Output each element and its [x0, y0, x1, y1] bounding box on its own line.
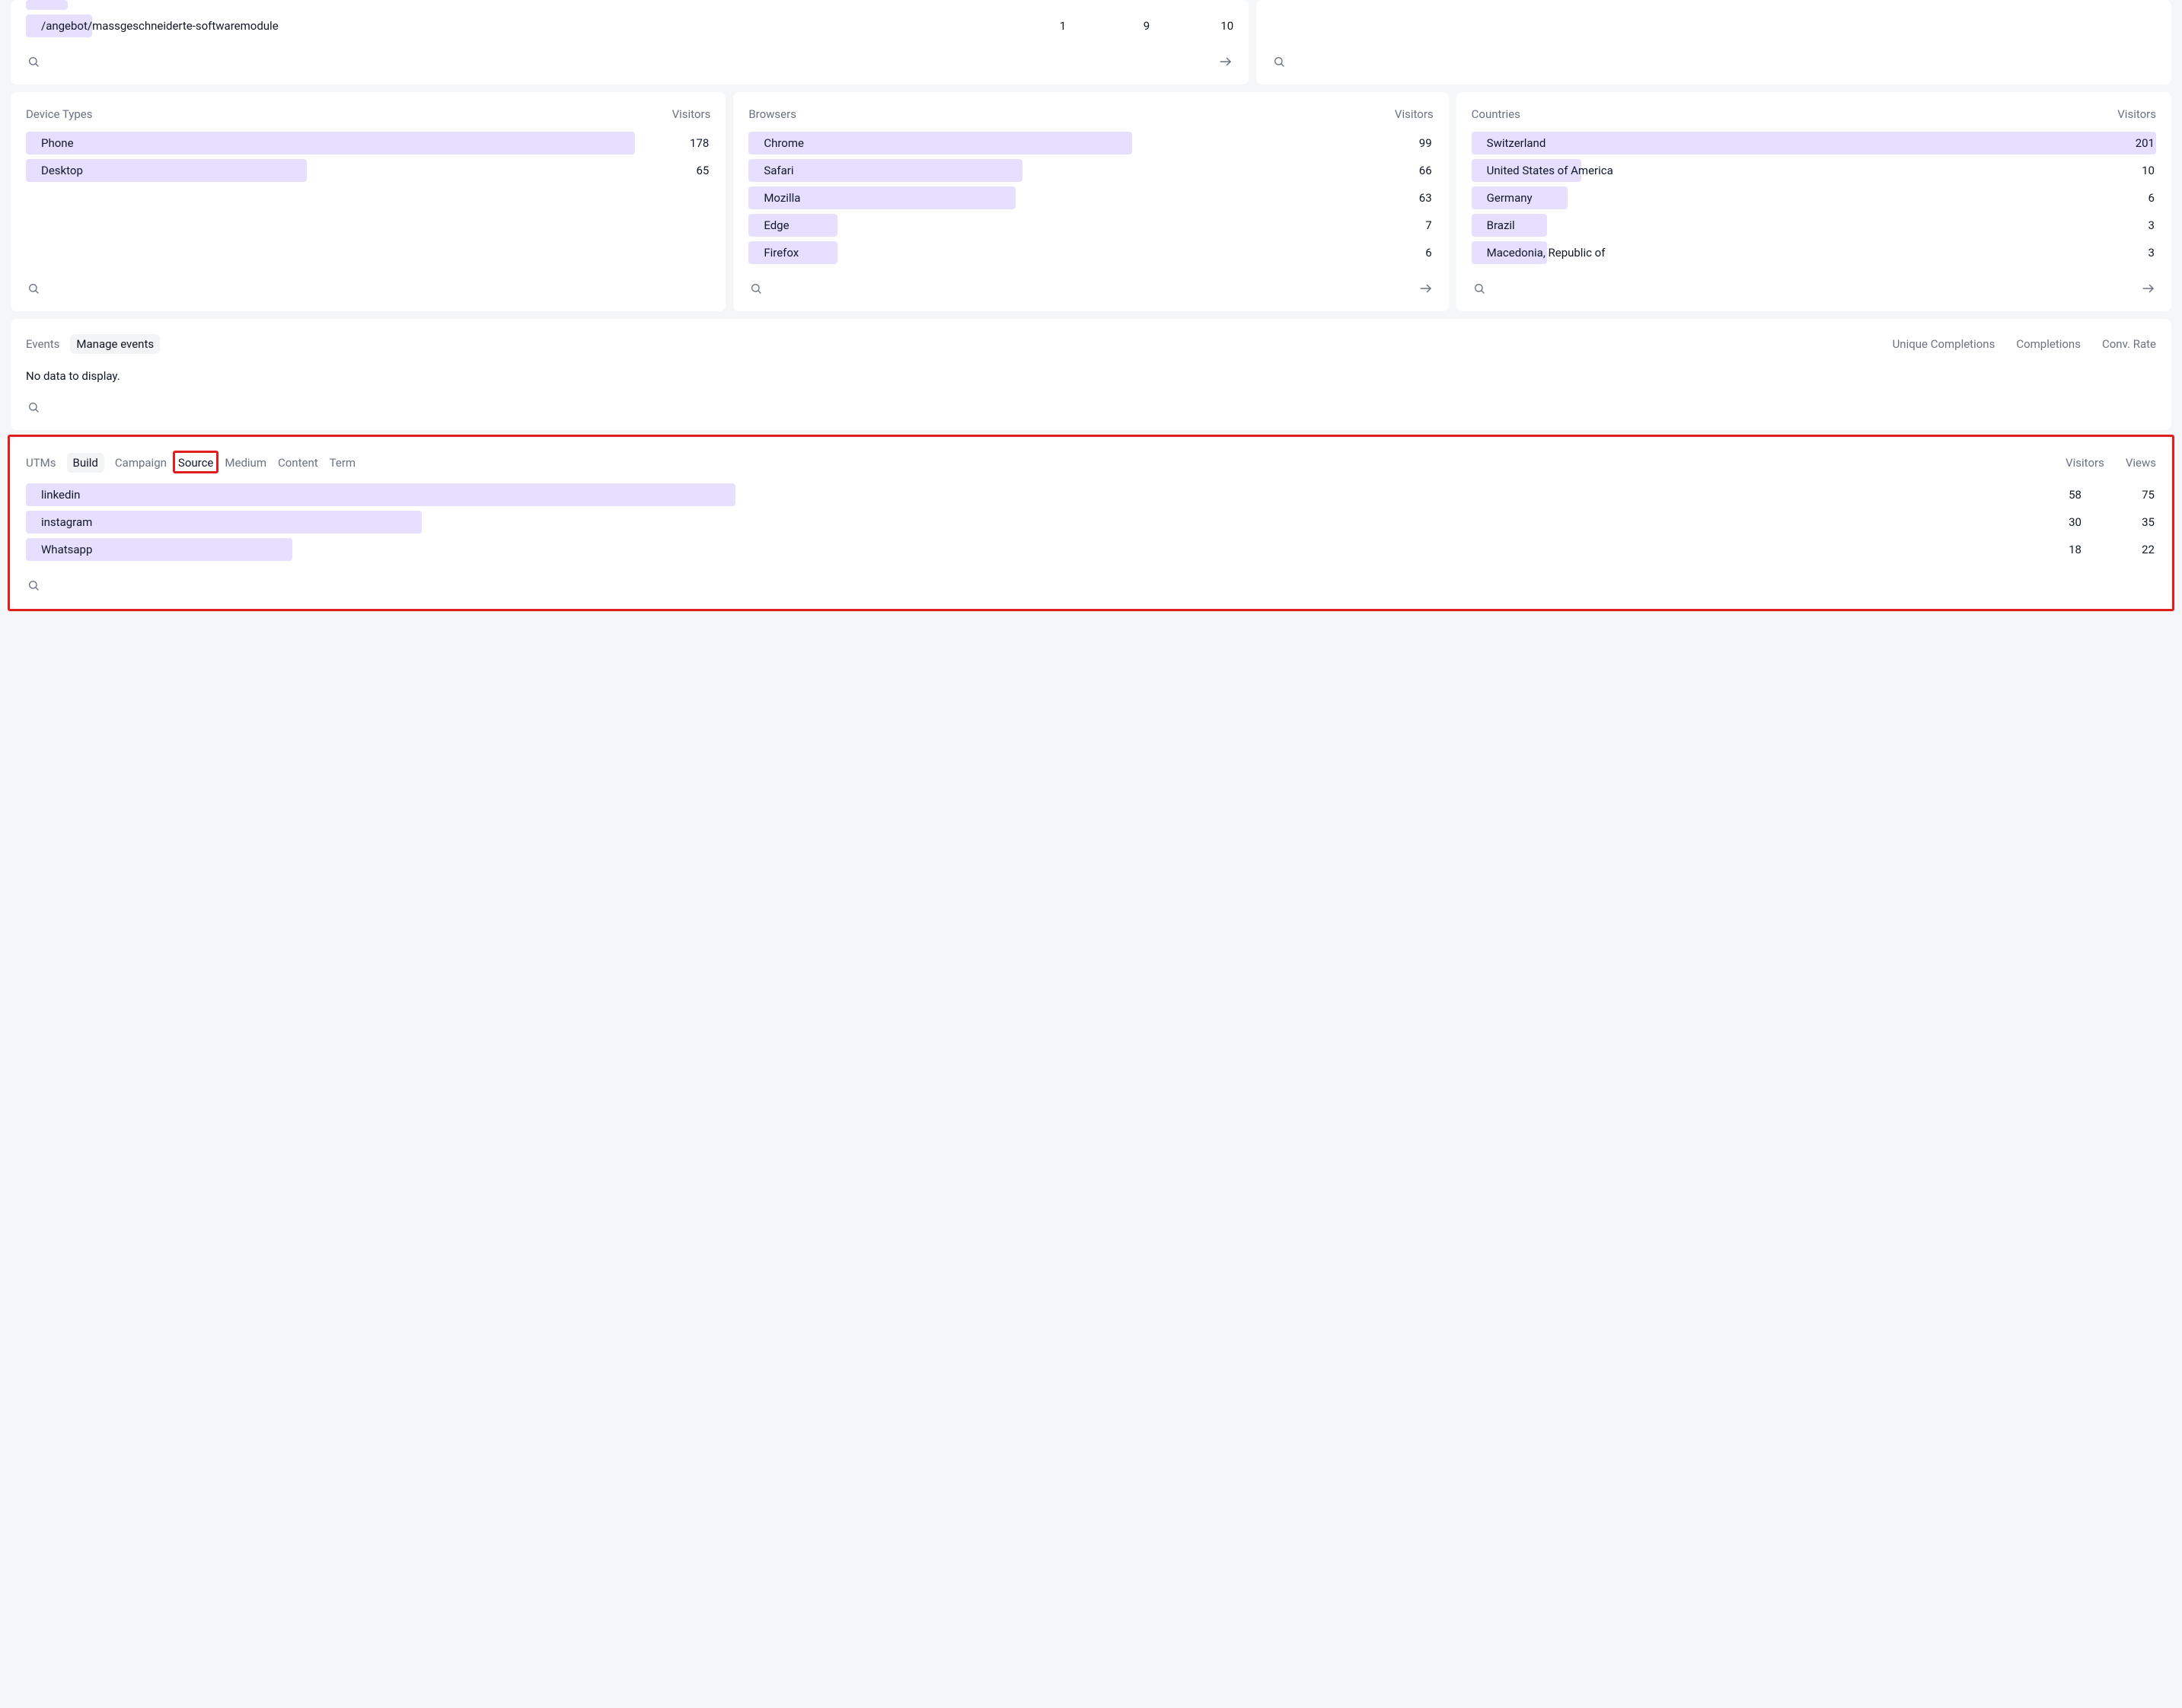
metric-label: Unique Completions [1893, 337, 1995, 351]
item-views: 35 [2083, 515, 2156, 529]
search-icon[interactable] [26, 54, 41, 69]
metric-label: Conv. Rate [2102, 337, 2156, 351]
list-item[interactable]: Chrome99 [748, 132, 1433, 155]
item-label: Brazil [1472, 214, 2113, 237]
item-label: United States of America [1472, 159, 2113, 182]
list-item[interactable]: Brazil3 [1472, 214, 2156, 237]
metric-label: Views [2126, 456, 2156, 470]
item-value: 66 [1391, 164, 1434, 177]
list-item[interactable]: linkedin5875 [26, 483, 2156, 506]
item-value: 65 [668, 164, 710, 177]
browsers-card: Browsers Visitors Chrome99Safari66Mozill… [733, 92, 1448, 311]
search-icon[interactable] [26, 281, 41, 296]
events-card: Events Manage events Unique Completions … [11, 319, 2171, 430]
search-icon[interactable] [26, 400, 41, 415]
arrow-right-icon[interactable] [1218, 54, 1233, 69]
item-value: 3 [2113, 246, 2156, 260]
item-label: Macedonia, Republic of [1472, 241, 2113, 264]
card-title: UTMs [26, 456, 56, 470]
manage-events-button[interactable]: Manage events [70, 334, 160, 354]
metric-label: Visitors [1395, 107, 1434, 121]
top-right-card [1256, 0, 2171, 84]
item-value: 201 [2113, 136, 2156, 150]
item-value: 7 [1391, 218, 1434, 232]
item-visitors: 58 [2010, 488, 2083, 502]
card-title: Countries [1472, 107, 1520, 121]
search-icon[interactable] [1271, 54, 1287, 69]
item-value: 6 [1391, 246, 1434, 260]
item-value: 10 [2113, 164, 2156, 177]
top-col-1: 1 [1020, 19, 1066, 33]
list-item[interactable]: Germany6 [1472, 186, 2156, 209]
top-col-2: 9 [1073, 19, 1150, 33]
item-label: Desktop [26, 159, 668, 182]
list-item[interactable]: Phone178 [26, 132, 710, 155]
item-label: linkedin [26, 483, 2010, 506]
item-value: 63 [1391, 191, 1434, 205]
arrow-right-icon[interactable] [1418, 281, 1434, 296]
card-title: Device Types [26, 107, 93, 121]
utms-card: UTMs Build Campaign Source Medium Content Te… [11, 438, 2171, 608]
search-icon[interactable] [748, 281, 764, 296]
item-label: Switzerland [1472, 132, 2113, 155]
item-label: Firefox [748, 241, 1390, 264]
search-icon[interactable] [1472, 281, 1487, 296]
countries-card: Countries Visitors Switzerland201United … [1456, 92, 2171, 311]
item-value: 3 [2113, 218, 2156, 232]
list-item[interactable]: instagram3035 [26, 511, 2156, 534]
item-views: 75 [2083, 488, 2156, 502]
top-pages-card: /angebot/massgeschneiderte-softwaremodul… [11, 0, 1249, 84]
tab-term[interactable]: Term [330, 456, 356, 471]
card-title: Browsers [748, 107, 796, 121]
list-item[interactable]: Edge7 [748, 214, 1433, 237]
item-label: Whatsapp [26, 538, 2010, 561]
previous-row-bar-stub [26, 0, 68, 10]
item-value: 178 [668, 136, 710, 150]
search-icon[interactable] [26, 578, 41, 593]
list-item[interactable]: United States of America10 [1472, 159, 2156, 182]
list-item[interactable]: Macedonia, Republic of3 [1472, 241, 2156, 264]
metric-label: Completions [2016, 337, 2081, 351]
list-item[interactable]: Desktop65 [26, 159, 710, 182]
list-item[interactable]: Firefox6 [748, 241, 1433, 264]
device-types-card: Device Types Visitors Phone178Desktop65 [11, 92, 726, 311]
list-item[interactable]: Whatsapp1822 [26, 538, 2156, 561]
item-label: Safari [748, 159, 1390, 182]
tab-source[interactable]: Source [178, 456, 213, 473]
build-button[interactable]: Build [67, 453, 104, 473]
metric-label: Visitors [2117, 107, 2156, 121]
list-item[interactable]: Mozilla63 [748, 186, 1433, 209]
tab-medium[interactable]: Medium [225, 456, 266, 471]
no-data-message: No data to display. [26, 365, 2156, 383]
top-col-3: 10 [1157, 19, 1233, 33]
tab-campaign[interactable]: Campaign [115, 456, 167, 471]
item-label: Chrome [748, 132, 1390, 155]
arrow-right-icon[interactable] [2141, 281, 2156, 296]
item-visitors: 30 [2010, 515, 2083, 529]
item-visitors: 18 [2010, 543, 2083, 556]
item-value: 99 [1391, 136, 1434, 150]
list-item[interactable]: Safari66 [748, 159, 1433, 182]
page-path[interactable]: /angebot/massgeschneiderte-softwaremodul… [26, 14, 1013, 37]
list-item[interactable]: Switzerland201 [1472, 132, 2156, 155]
item-views: 22 [2083, 543, 2156, 556]
item-label: Germany [1472, 186, 2113, 209]
card-title: Events [26, 337, 59, 351]
item-value: 6 [2113, 191, 2156, 205]
item-label: instagram [26, 511, 2010, 534]
item-label: Mozilla [748, 186, 1390, 209]
item-label: Edge [748, 214, 1390, 237]
item-label: Phone [26, 132, 668, 155]
tab-content[interactable]: Content [278, 456, 318, 471]
metric-label: Visitors [672, 107, 711, 121]
metric-label: Visitors [2066, 456, 2104, 470]
